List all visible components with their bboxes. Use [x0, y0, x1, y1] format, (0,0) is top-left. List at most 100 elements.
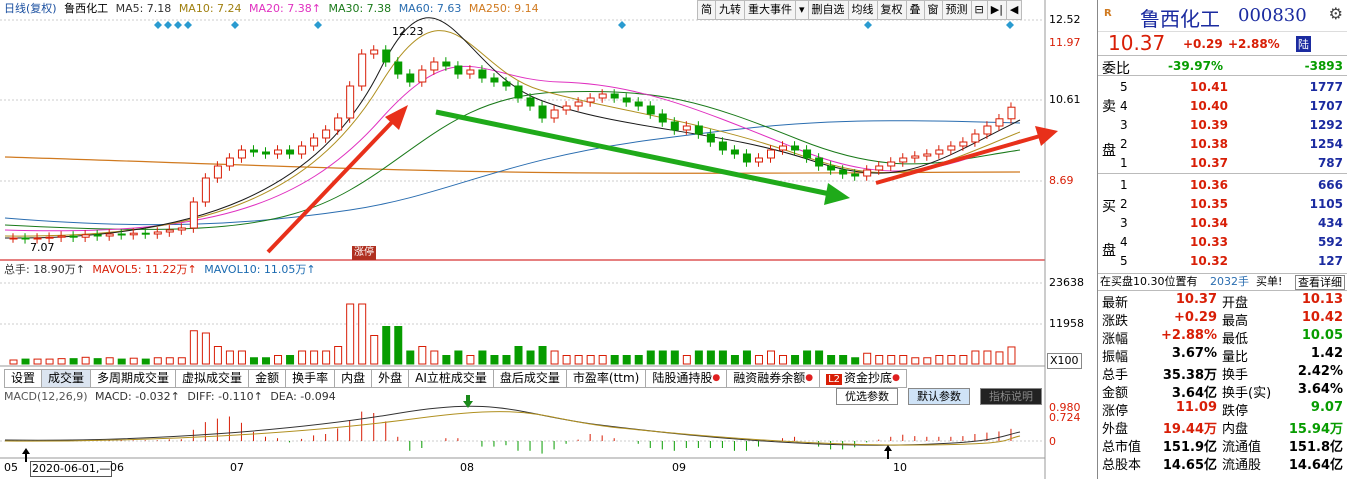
ask-price: 10.40 — [1190, 99, 1228, 113]
ask-row[interactable]: 2 10.38 1254 — [1120, 137, 1345, 155]
toolbar-jiuzhuan[interactable]: 九转 — [716, 0, 745, 20]
volume-bar — [959, 355, 968, 365]
toolbar-end-icon[interactable]: ▶| — [987, 0, 1007, 20]
stat-label: 总手 — [1102, 368, 1129, 383]
tab-virtual-volume[interactable]: 虚拟成交量 — [176, 369, 250, 388]
stat-value: +0.29 — [1174, 310, 1217, 325]
bid-level: 2 — [1120, 197, 1128, 211]
stat-label: 流通股 — [1222, 458, 1262, 473]
ask-row[interactable]: 3 10.39 1292 — [1120, 118, 1345, 136]
tab-outer[interactable]: 外盘 — [372, 369, 410, 388]
ma30-line — [4, 91, 1021, 230]
stat-value: 1.42 — [1310, 346, 1343, 361]
candle — [646, 105, 655, 115]
stat-label: 总市值 — [1102, 440, 1142, 455]
tab-ai-volume[interactable]: AI立桩成交量 — [409, 369, 494, 388]
tab-pe[interactable]: 市盈率(ttm) — [566, 369, 647, 388]
default-params-button[interactable]: 默认参数 — [908, 388, 970, 405]
stat-value: 3.67% — [1171, 346, 1217, 361]
tab-fund-bottom[interactable]: L2 资金抄底● — [820, 369, 907, 388]
toolbar-remove-favorite[interactable]: 删自选 — [808, 0, 849, 20]
price-pct: +2.88% — [1228, 37, 1280, 51]
toolbar-overlay[interactable]: 叠 — [906, 0, 925, 20]
stat-row: 总市值 151.9亿 流通值 151.8亿 — [1100, 436, 1345, 455]
tab-settings[interactable]: 设置 — [4, 369, 43, 388]
ask-qty: 1292 — [1309, 118, 1343, 132]
toolbar-layout-icon[interactable]: ⊟ — [971, 0, 988, 20]
toolbar-window[interactable]: 窗 — [924, 0, 943, 20]
candle — [658, 113, 667, 123]
candle — [310, 137, 319, 147]
tab-margin[interactable]: 融资融券余额● — [727, 369, 821, 388]
ask-qty: 787 — [1317, 156, 1343, 170]
tab-northbound-label: 陆股通持股 — [652, 371, 713, 385]
volume-bar — [995, 351, 1004, 365]
ask-price: 10.38 — [1190, 137, 1228, 151]
candle — [947, 145, 956, 151]
toolbar-ma[interactable]: 均线 — [848, 0, 878, 20]
tab-northbound[interactable]: 陆股通持股● — [646, 369, 728, 388]
bid-row[interactable]: 4 10.33 592 — [1120, 235, 1345, 253]
volume-bar — [237, 350, 246, 365]
ask-row[interactable]: 4 10.40 1707 — [1120, 99, 1345, 117]
volume-bar — [634, 355, 643, 365]
volume-bar — [610, 355, 619, 365]
period-label: 日线(复权) — [4, 2, 57, 15]
volume-bar — [514, 346, 523, 365]
candle — [574, 101, 583, 107]
ask-qty: 1254 — [1309, 137, 1343, 151]
volume-bar — [153, 357, 162, 365]
toolbar-simple[interactable]: 简 — [697, 0, 716, 20]
tab-multi-period[interactable]: 多周期成交量 — [91, 369, 177, 388]
candle — [322, 129, 331, 139]
tab-inner[interactable]: 内盘 — [335, 369, 373, 388]
volume-bar — [21, 358, 30, 365]
candle — [490, 77, 499, 83]
toolbar-events[interactable]: 重大事件 — [745, 0, 796, 20]
date-05: 05 — [4, 461, 18, 474]
volume-bar — [682, 355, 691, 365]
bid-row[interactable]: 2 10.35 1105 — [1120, 197, 1345, 215]
bid-row[interactable]: 5 10.32 127 — [1120, 254, 1345, 272]
candle — [610, 93, 619, 99]
bid-row[interactable]: 3 10.34 434 — [1120, 216, 1345, 234]
candle — [803, 149, 812, 159]
volume-bar — [81, 356, 90, 365]
toolbar-adjust[interactable]: 复权 — [877, 0, 907, 20]
candle — [466, 69, 475, 75]
ask-row[interactable]: 5 10.41 1777 — [1120, 80, 1345, 98]
bid-level: 3 — [1120, 216, 1128, 230]
volume-bar — [923, 357, 932, 365]
optimal-params-button[interactable]: 优选参数 — [836, 388, 898, 405]
gear-icon[interactable]: ⚙ — [1329, 4, 1343, 23]
price-label-4: 8.69 — [1049, 174, 1074, 187]
tab-volume[interactable]: 成交量 — [42, 369, 92, 388]
stat-label: 金额 — [1102, 386, 1129, 401]
kline-chart-area[interactable]: 日线(复权) 鲁西化工 MA5: 7.18 MA10: 7.24 MA20: 7… — [0, 0, 1097, 479]
bid-qty: 666 — [1317, 178, 1343, 192]
ask-row[interactable]: 1 10.37 787 — [1120, 156, 1345, 174]
toolbar-events-dropdown[interactable]: ▾ — [796, 0, 809, 20]
stock-name: 鲁西化工 — [1140, 7, 1220, 31]
dea-value: DEA: -0.094 — [270, 390, 336, 403]
kline-svg[interactable] — [0, 0, 1097, 479]
stats-table: 最新 10.37 开盘 10.13 涨跌 +0.29 最高 10.42 涨幅 +2.88% 最低 10… — [1098, 291, 1347, 473]
toolbar-back-icon[interactable]: ◀ — [1006, 0, 1023, 20]
tab-after-hours[interactable]: 盘后成交量 — [493, 369, 567, 388]
volume-bar — [310, 350, 319, 365]
notice-detail-link[interactable]: 查看详细 — [1295, 275, 1345, 290]
ask-level: 3 — [1120, 118, 1128, 132]
volume-bar — [225, 350, 234, 365]
candle — [887, 161, 896, 167]
high-price-label: 12.23 — [392, 25, 424, 38]
ask-price: 10.37 — [1190, 156, 1228, 170]
tab-amount[interactable]: 金额 — [249, 369, 287, 388]
toolbar-forecast[interactable]: 预测 — [942, 0, 972, 20]
bid-row[interactable]: 1 10.36 666 — [1120, 178, 1345, 196]
candle — [791, 145, 800, 151]
tab-turnover[interactable]: 换手率 — [286, 369, 336, 388]
candle — [682, 125, 691, 131]
indicator-help-button[interactable]: 指标说明 — [980, 388, 1042, 405]
bid-level: 1 — [1120, 178, 1128, 192]
macd-header: MACD(12,26,9) MACD: -0.032↑ DIFF: -0.110… — [4, 390, 336, 404]
